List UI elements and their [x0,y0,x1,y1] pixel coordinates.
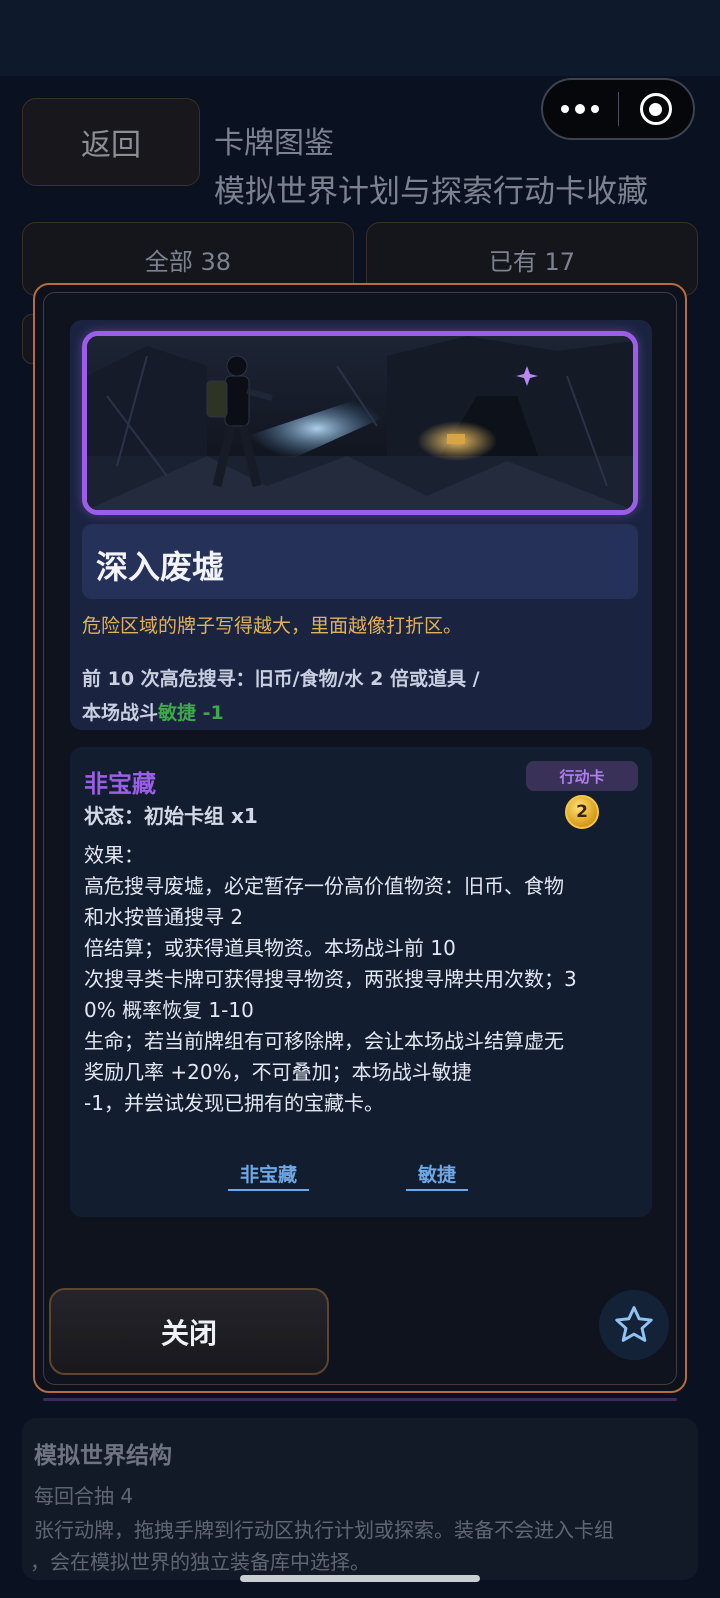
favorite-button[interactable] [599,1290,669,1360]
more-dots-icon[interactable] [543,103,618,114]
summary-line: 前 10 次高危搜寻：旧币/食物/水 2 倍或道具 / [82,668,480,690]
keyword-link-non-treasure[interactable]: 非宝藏 [228,1160,310,1191]
star-icon [615,1306,653,1342]
modal-bottom-accent [43,1398,677,1401]
home-indicator [240,1575,480,1582]
status-bar [0,0,720,76]
page-subtitle: 模拟世界计划与探索行动卡收藏 [214,174,648,210]
card-flavor-text: 危险区域的牌子写得越大，里面越像打折区。 [82,615,463,637]
back-button[interactable]: 返回 [22,98,200,186]
target-close-icon[interactable] [619,93,694,125]
card-rarity: 非宝藏 [84,770,156,798]
card-cost-coin: 2 [565,795,599,829]
card-effect-text: 效果： 高危搜寻废墟，必定暂存一份高价值物资：旧币、食物 和水按普通搜寻 2 倍… [84,843,577,1115]
section-line: ，会在模拟世界的独立装备库中选择。 [30,1550,370,1574]
close-button[interactable]: 关闭 [49,1288,329,1375]
miniprogram-capsule [541,78,695,140]
card-status: 状态：初始卡组 x1 [84,804,258,828]
page-title: 卡牌图鉴 [214,126,334,161]
world-structure-section: 模拟世界结构 每回合抽 4 张行动牌，拖拽手牌到行动区执行计划或探索。装备不会进… [22,1418,698,1580]
keyword-link-agility[interactable]: 敏捷 [406,1160,469,1191]
card-summary: 前 10 次高危搜寻：旧币/食物/水 2 倍或道具 / 本场战斗敏捷 -1 [82,662,480,730]
card-name-banner: 深入废墟 [82,524,638,599]
summary-prefix: 本场战斗 [82,702,159,724]
card-artwork [82,331,638,515]
summary-line: 本场战斗敏捷 -1 [82,696,480,730]
section-line: 每回合抽 4 [34,1484,134,1508]
section-title: 模拟世界结构 [34,1443,172,1469]
card-name: 深入废墟 [96,548,225,586]
section-line: 张行动牌，拖拽手牌到行动区执行计划或探索。装备不会进入卡组 [34,1518,614,1542]
agility-stat: 敏捷 -1 [158,702,224,724]
card-type-badge: 行动卡 [526,761,638,791]
